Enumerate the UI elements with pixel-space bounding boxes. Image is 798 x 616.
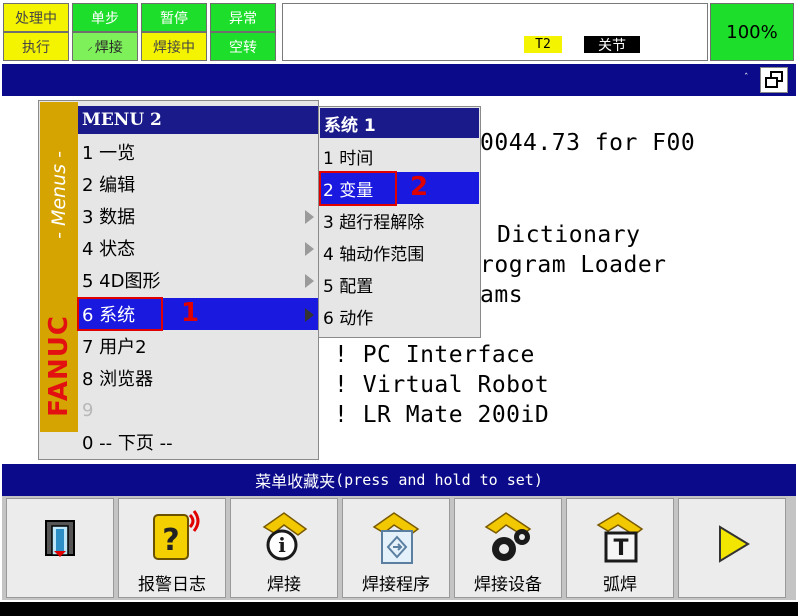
- submenu-item-ot-release[interactable]: 3 超行程解除: [320, 204, 479, 236]
- status-welding: 焊接中: [141, 32, 207, 61]
- submenu-item-clock[interactable]: 1 时间: [320, 140, 479, 172]
- bg-line-loader: rogram Loader: [480, 252, 667, 278]
- window-toggle-icon[interactable]: [760, 67, 788, 93]
- submenu-arrow-icon: [305, 242, 314, 256]
- menus-label: - Menus -: [48, 151, 70, 239]
- status-fault: 异常: [210, 3, 276, 32]
- fav-button-alarm-log[interactable]: ? 报警日志: [118, 498, 226, 598]
- fav-button-label: 报警日志: [138, 575, 206, 595]
- bg-line-ams: ams: [480, 282, 524, 308]
- fav-button-label: 焊接: [267, 575, 301, 595]
- submenu-item-config[interactable]: 5 配置: [320, 268, 479, 300]
- joint-tag: 关节: [584, 36, 640, 54]
- fanuc-logo: FANUC: [44, 315, 74, 417]
- bg-line-pc: ! PC Interface: [334, 342, 535, 368]
- fav-button-label: 焊接程序: [362, 575, 430, 595]
- status-weld: ⸝ 焊接: [72, 32, 138, 61]
- fav-button-label: 弧焊: [603, 575, 637, 595]
- fav-button-weld-equipment[interactable]: 焊接设备: [454, 498, 562, 598]
- override-percent[interactable]: 100%: [710, 3, 794, 61]
- fav-button-arc-weld[interactable]: T 弧焊: [566, 498, 674, 598]
- favorites-bar: 菜单收藏夹 (press and hold to set): [2, 464, 796, 496]
- highlight-step2: [319, 171, 397, 206]
- status-pause: 暂停: [141, 3, 207, 32]
- highlight-step1: [77, 297, 163, 331]
- alarm-question-icon: ?: [142, 507, 202, 569]
- submenu-item-axis-limits[interactable]: 4 轴动作范围: [320, 236, 479, 268]
- message-line: [282, 3, 708, 61]
- menu-item-edit[interactable]: 2 编辑: [78, 168, 318, 200]
- weld-icon: ⸝: [87, 40, 93, 53]
- play-arrow-icon: [702, 519, 762, 581]
- bg-line-version: 0044.73 for F00: [480, 130, 696, 156]
- svg-text:i: i: [278, 533, 286, 557]
- submenu-arrow-icon: [305, 274, 314, 288]
- submenu-item-motion[interactable]: 6 动作: [320, 300, 479, 332]
- menu-item-4d-graphics[interactable]: 5 4D图形: [78, 264, 318, 296]
- mode-tag: T2: [524, 36, 562, 53]
- title-bar: [2, 64, 796, 96]
- bg-line-dictionary: Dictionary: [497, 222, 641, 248]
- arc-weld-t-icon: T: [590, 507, 650, 569]
- submenu-arrow-icon: [305, 210, 314, 224]
- menu-item-data[interactable]: 3 数据: [78, 200, 318, 232]
- status-single-step: 单步: [72, 3, 138, 32]
- favorites-hint: (press and hold to set): [335, 471, 543, 489]
- menu-header: MENU 2: [78, 106, 318, 134]
- menu-item-user2[interactable]: 7 用户2: [78, 330, 318, 362]
- submenu-arrow-icon: [305, 308, 314, 322]
- bottom-border: [0, 602, 798, 616]
- menu-item-overview[interactable]: 1 一览: [78, 136, 318, 168]
- caret-icon: ˆ: [744, 73, 749, 83]
- submenu-header: 系统 1: [320, 108, 479, 138]
- fav-button-weld-program[interactable]: 焊接程序: [342, 498, 450, 598]
- svg-text:T: T: [613, 536, 628, 561]
- fav-button-label: 焊接设备: [474, 575, 542, 595]
- menu-item-9[interactable]: 9: [78, 394, 318, 426]
- step1-number: 1: [181, 298, 200, 328]
- weld-program-icon: [366, 507, 426, 569]
- status-dry-run: 空转: [210, 32, 276, 61]
- door-icon: [30, 507, 90, 569]
- step2-number: 2: [410, 172, 429, 202]
- status-processing: 处理中: [3, 3, 69, 32]
- fav-button-exit[interactable]: [6, 498, 114, 598]
- fav-button-next[interactable]: [678, 498, 786, 598]
- favorites-title: 菜单收藏夹: [255, 472, 336, 491]
- menu-item-status[interactable]: 4 状态: [78, 232, 318, 264]
- bg-line-model: ! LR Mate 200iD: [334, 402, 550, 428]
- bg-line-robot: ! Virtual Robot: [334, 372, 550, 398]
- svg-text:?: ?: [162, 523, 179, 558]
- weld-torch-info-icon: i: [254, 507, 314, 569]
- weld-gear-icon: [478, 507, 538, 569]
- status-weld-label: 焊接: [94, 39, 123, 56]
- status-run: 执行: [3, 32, 69, 61]
- menu-item-next-page[interactable]: 0 -- 下页 --: [78, 426, 318, 458]
- menu-item-browser[interactable]: 8 浏览器: [78, 362, 318, 394]
- fav-button-weld[interactable]: i 焊接: [230, 498, 338, 598]
